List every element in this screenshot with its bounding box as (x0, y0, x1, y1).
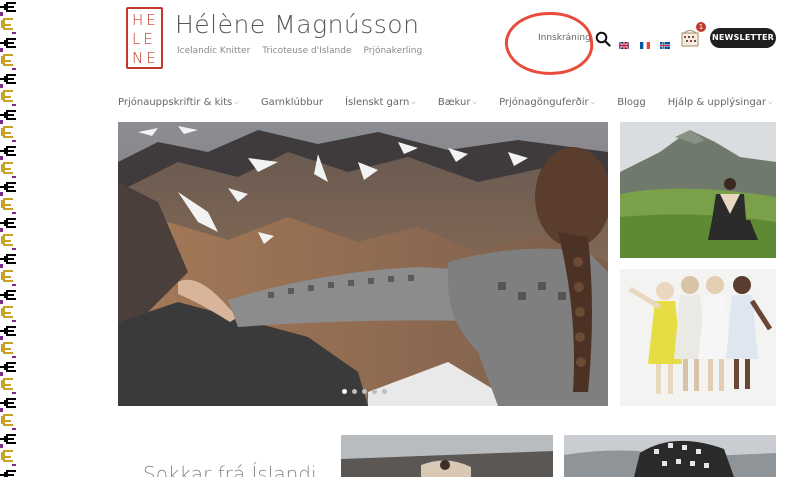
chevron-down-icon: ⌵ (411, 98, 416, 106)
tagline-english: Icelandic Knitter (177, 46, 251, 56)
slider-dot[interactable] (372, 389, 377, 394)
chevron-down-icon: ⌵ (472, 98, 478, 106)
chevron-down-icon: ⌵ (234, 98, 239, 106)
nav-item-patterns[interactable]: Prjónauppskriftir & kits ⌵ (118, 97, 239, 108)
product-image-socks[interactable] (341, 435, 553, 477)
product-image-mittens[interactable] (564, 435, 776, 477)
nav-item-label: Prjónagönguferðir (499, 97, 589, 108)
annotation-circle (502, 9, 596, 78)
nav-item-label: Íslenskt garn (345, 97, 410, 108)
brand-name[interactable]: Hélène Magnússon (175, 10, 419, 39)
uk-flag-icon[interactable] (618, 34, 630, 50)
hero-slider-image[interactable] (118, 122, 608, 406)
nav-item-label: Garnklúbbur (260, 97, 324, 108)
nav-item-blog[interactable]: Blogg (617, 97, 645, 108)
main-navigation: Prjónauppskriftir & kits ⌵ Garnklúbbur Ís… (118, 97, 773, 108)
nav-item-label: Bækur (437, 97, 471, 108)
nav-item-help[interactable]: Hjálp & upplýsingar ⌵ (668, 97, 773, 108)
slider-pagination (342, 389, 387, 394)
nav-item-books[interactable]: Bækur ⌵ (438, 97, 477, 108)
tagline-french: Tricoteuse d'Islande (262, 46, 352, 56)
logo-letters-2: LE (132, 30, 156, 48)
slider-dot[interactable] (362, 389, 367, 394)
decorative-border (0, 0, 18, 477)
cart-count-badge: 1 (696, 22, 706, 32)
slider-dot[interactable] (342, 389, 347, 394)
chevron-down-icon: ⌵ (590, 98, 596, 106)
slider-dot[interactable] (352, 389, 357, 394)
promo-image-hiking[interactable] (620, 122, 776, 258)
logo-letters-3: NE (132, 49, 159, 67)
nav-item-label: Prjónauppskriftir & kits (118, 97, 233, 108)
logo[interactable]: HE LE NE (126, 7, 163, 69)
newsletter-button[interactable]: NEWSLETTER (710, 28, 776, 48)
nav-item-label: Blogg (617, 97, 646, 108)
french-flag-icon[interactable] (640, 34, 650, 49)
nav-item-knitting-tours[interactable]: Prjónagönguferðir ⌵ (499, 97, 595, 108)
nav-item-label: Hjálp & upplýsingar (667, 97, 767, 108)
promo-image-dolls[interactable] (620, 269, 776, 406)
search-icon[interactable] (595, 31, 611, 47)
slider-dot[interactable] (382, 389, 387, 394)
brand-taglines: Icelandic Knitter Tricoteuse d'Islande P… (177, 46, 422, 56)
section-title: Sokkar frá Íslandi (143, 462, 317, 477)
login-link[interactable]: Innskráning (538, 33, 591, 43)
nav-item-yarn-club[interactable]: Garnklúbbur (261, 97, 323, 108)
tagline-icelandic: Prjónakerling (363, 46, 423, 56)
nav-item-icelandic-yarn[interactable]: Íslenskt garn ⌵ (345, 97, 416, 108)
chevron-down-icon: ⌵ (768, 98, 773, 106)
icelandic-flag-icon[interactable] (660, 34, 670, 49)
logo-letters-1: HE (132, 11, 159, 29)
